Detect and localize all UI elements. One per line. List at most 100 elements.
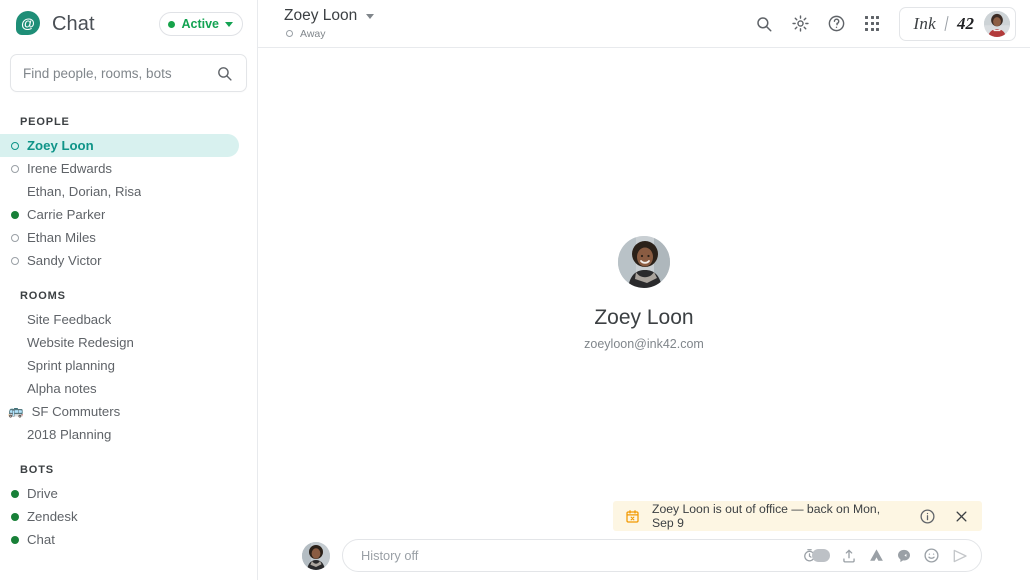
sidebar-item-label: Ethan Miles [27,230,96,245]
search-container [0,48,257,102]
section-title-people: PEOPLE [0,116,257,134]
sidebar-item-label: Chat [27,532,55,547]
presence-away-icon [286,30,293,37]
main-panel: Zoey Loon Away [258,0,1030,580]
chat-app: @ Chat Active PEOPLE [0,0,1030,580]
section-title-rooms: ROOMS [0,290,257,308]
sidebar-item-2018-planning[interactable]: 2018 Planning [0,423,239,446]
sidebar-item-label: Alpha notes [27,381,97,396]
chevron-down-icon [225,22,233,27]
avatar[interactable] [984,11,1010,37]
sidebar-list: PEOPLE Zoey Loon Irene Edwards Ethan, Do… [0,102,257,580]
avatar [302,542,330,570]
meet-icon[interactable] [896,548,912,564]
sidebar-item-label: Zoey Loon [27,138,94,153]
sidebar-item-label: Drive [27,486,58,501]
sidebar-item-sprint-planning[interactable]: Sprint planning [0,354,239,377]
sidebar-header: @ Chat Active [0,0,257,48]
message-input-wrapper[interactable] [342,539,982,572]
presence-none-icon [11,188,19,196]
section-bots: BOTS Drive Zendesk Chat [0,464,257,551]
sidebar-item-alpha-notes[interactable]: Alpha notes [0,377,239,400]
brand-name-first: Ink [913,14,936,34]
apps-grid-icon[interactable] [855,7,889,41]
status-dot-icon [168,21,175,28]
sidebar-item-ethan-miles[interactable]: Ethan Miles [0,226,239,249]
brand-name-second: 42 [957,14,974,34]
emoji-icon[interactable] [923,547,940,564]
presence-none-icon [11,385,19,393]
presence-away-icon [11,234,19,242]
sidebar-item-sf-commuters[interactable]: 🚌 SF Commuters [0,400,239,423]
help-icon[interactable] [819,7,853,41]
search-icon[interactable] [216,65,234,82]
sidebar-item-label: Sprint planning [27,358,115,373]
peer-name-dropdown[interactable]: Zoey Loon [284,7,374,24]
sidebar-item-sandy-victor[interactable]: Sandy Victor [0,249,239,272]
presence-away-icon [11,165,19,173]
app-title: Chat [52,13,95,36]
sidebar-item-group-ethan-dorian-risa[interactable]: Ethan, Dorian, Risa [0,180,239,203]
brand-divider [944,16,948,31]
presence-none-icon [11,339,19,347]
sidebar-item-carrie-parker[interactable]: Carrie Parker [0,203,239,226]
sidebar-item-chat[interactable]: Chat [0,528,239,551]
close-icon[interactable] [950,505,972,527]
status-selector[interactable]: Active [159,12,243,36]
history-toggle[interactable] [802,548,830,563]
chevron-down-icon [366,14,374,19]
section-people: PEOPLE Zoey Loon Irene Edwards Ethan, Do… [0,116,257,272]
presence-online-icon [11,536,19,544]
message-input[interactable] [361,548,794,563]
sidebar-item-label: Zendesk [27,509,78,524]
drive-icon[interactable] [868,547,885,564]
sidebar-item-site-feedback[interactable]: Site Feedback [0,308,239,331]
peer-status-label: Away [300,28,326,40]
sidebar-item-zoey-loon[interactable]: Zoey Loon [0,134,239,157]
sidebar-item-drive[interactable]: Drive [0,482,239,505]
presence-away-icon [11,142,19,150]
message-composer [258,531,1030,580]
upload-icon[interactable] [841,548,857,564]
sidebar-item-zendesk[interactable]: Zendesk [0,505,239,528]
conversation-header: Zoey Loon Away [258,0,1030,48]
sidebar-item-label: Site Feedback [27,312,111,327]
conversation-peer: Zoey Loon Away [284,7,374,39]
peer-name: Zoey Loon [284,7,357,24]
presence-none-icon [11,362,19,370]
search-box[interactable] [10,54,247,92]
presence-away-icon [11,257,19,265]
sidebar-item-label: SF Commuters [32,404,121,419]
toggle-track [812,549,830,562]
banner-message: Zoey Loon is out of office — back on Mon… [652,502,904,530]
presence-online-icon [11,513,19,521]
sidebar-item-website-redesign[interactable]: Website Redesign [0,331,239,354]
sidebar-item-label: Website Redesign [27,335,134,350]
search-input[interactable] [23,66,216,81]
section-title-bots: BOTS [0,464,257,482]
sidebar-item-label: 2018 Planning [27,427,111,442]
send-icon[interactable] [951,547,969,565]
presence-none-icon [11,316,19,324]
presence-none-icon [11,431,19,439]
info-icon[interactable] [916,505,938,527]
sidebar-item-label: Ethan, Dorian, Risa [27,184,141,199]
gear-icon[interactable] [783,7,817,41]
presence-online-icon [11,211,19,219]
header-actions: Ink 42 [747,7,1016,41]
sidebar: @ Chat Active PEOPLE [0,0,258,580]
account-brand-chip[interactable]: Ink 42 [899,7,1016,41]
sidebar-item-irene-edwards[interactable]: Irene Edwards [0,157,239,180]
bus-icon: 🚌 [8,404,24,419]
avatar [618,236,670,288]
profile-email: zoeyloon@ink42.com [584,337,704,351]
search-icon[interactable] [747,7,781,41]
profile-name: Zoey Loon [584,306,704,330]
sidebar-item-label: Carrie Parker [27,207,105,222]
sidebar-item-label: Sandy Victor [27,253,102,268]
out-of-office-banner: Zoey Loon is out of office — back on Mon… [613,501,982,531]
calendar-out-of-office-icon [625,509,640,524]
section-rooms: ROOMS Site Feedback Website Redesign Spr… [0,290,257,446]
presence-online-icon [11,490,19,498]
sidebar-item-label: Irene Edwards [27,161,112,176]
